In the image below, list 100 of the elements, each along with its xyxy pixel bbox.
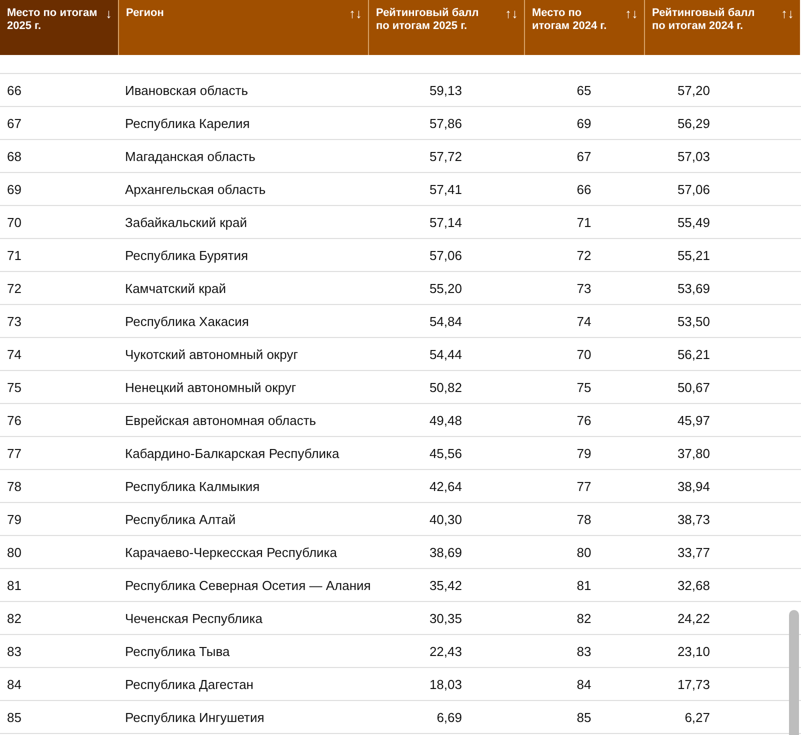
table-cell-text: 35,42 [428,576,463,594]
table-cell-text: 38,94 [676,478,711,496]
table-cell-text: 65 [576,82,592,100]
table-cell-text: 82 [6,610,22,628]
table-cell-text: 57,06 [428,246,463,264]
table-cell-text: 54,84 [428,312,463,330]
table-cell-text: 76 [6,412,22,430]
table-cell-text: 23,10 [676,642,711,660]
table-cell-text: 33,77 [676,544,711,562]
table-cell-text: 71 [6,246,22,264]
table-cell-text: Республика Хакасия [124,312,250,331]
table-cell-text: Чеченская Республика [124,610,264,628]
table-cell-text: Республика Дагестан [124,676,254,694]
column-header[interactable]: Регион ↑↓ [118,0,368,55]
table-cell-text: Кабардино-Балкарская Республика [124,444,340,463]
table-cell-text: Республика Алтай [124,510,237,529]
table-cell-text: Забайкальский край [124,214,248,232]
table-cell-text: 17,73 [676,676,711,694]
table-cell-text: 57,41 [428,180,463,198]
table-cell-text: 40,30 [428,510,463,528]
table-cell-text: 55,49 [676,214,711,232]
table-cell-text: Республика Калмыкия [124,478,261,496]
table-cell-text: Камчатский край [124,280,227,298]
table-cell-text: 55,21 [676,246,711,264]
table-cell-text: 45,97 [676,412,711,430]
table-cell-text: 83 [576,642,592,660]
table-cell-text: 57,06 [676,180,711,198]
table-cell-text: 57,14 [428,214,463,232]
table-cell-text: Республика Карелия [124,114,251,133]
sort-icon[interactable]: ↑↓ [349,7,362,55]
table-cell-text: 54,44 [428,346,463,364]
table-cell-text: 78 [576,510,592,528]
table-cell-text: 72 [6,280,22,298]
table-cell-text: Ненецкий автономный округ [124,378,298,397]
column-header[interactable]: Место по итогам 2024 г. ↑↓ [524,0,644,55]
table-cell-text: 83 [6,642,22,660]
table-cell-text: Чукотский автономный округ [124,346,299,364]
table-cell-text: Республика Ингушетия [124,708,266,727]
table-cell-text: 77 [576,478,592,496]
scrollbar-thumb[interactable] [789,610,799,735]
table-cell-text: 53,69 [676,280,711,298]
column-header[interactable]: Место по итогам 2025 г. ↓ [0,0,118,55]
table-cell-text: 6,27 [684,708,711,726]
table-cell-text: 79 [6,510,22,528]
table-cell-text: 84 [6,676,22,694]
table-cell-text: 73 [576,280,592,298]
sort-icon[interactable]: ↑↓ [505,7,518,55]
table-cell-text: 49,48 [428,412,463,430]
table-cell-text: 75 [6,378,22,396]
table-cell-text: 70 [576,346,592,364]
table-cell-text: 69 [576,114,592,132]
table-cell-text: 57,72 [428,148,463,166]
column-header[interactable]: Рейтинговый балл по итогам 2024 г. ↑↓ [644,0,800,55]
table-cell-text: 74 [6,346,22,364]
table-cell-text: Карачаево-Черкесская Республика [124,544,338,562]
sort-icon[interactable]: ↑↓ [781,7,794,55]
table-cell-text: 80 [576,544,592,562]
table-cell-text: Еврейская автономная область [124,412,318,430]
table-cell-text: 66 [576,180,592,198]
table-cell-text: 80 [6,544,22,562]
table-cell-text: 38,73 [676,510,711,528]
table-cell-text: 56,29 [676,114,711,132]
sort-icon[interactable]: ↑↓ [625,7,638,55]
table-cell-text: 50,67 [676,378,711,396]
table-cell-text: 30,35 [428,610,463,628]
table-cell-text: 59,13 [428,82,463,100]
table-cell-text: Магаданская область [124,148,256,166]
table-cell-text: 32,68 [676,576,711,594]
table-cell-text: 67 [576,148,592,166]
table-cell-text: 45,56 [428,444,463,462]
table-cell-text: 73 [6,312,22,330]
table-cell-text: 24,22 [676,610,711,628]
table-cell-text: 85 [6,708,22,726]
table-cell-text: 50,82 [428,378,463,396]
table-cell-text: 77 [6,444,22,462]
table-cell-text: 74 [576,312,592,330]
table-cell-text: 76 [576,412,592,430]
table-cell-text: 22,43 [428,642,463,660]
table-cell-text: 37,80 [676,444,711,462]
table-cell-text: 75 [576,378,592,396]
table-cell-text: 57,86 [428,114,463,132]
table-cell-text: Республика Бурятия [124,246,250,265]
table-cell-text: 57,03 [676,148,711,166]
table-cell-text: 53,50 [676,312,711,330]
table-cell-text: 81 [6,576,22,594]
column-header[interactable]: Рейтинговый балл по итогам 2025 г. ↑↓ [368,0,524,55]
table-cell-text: 84 [576,676,592,694]
table-cell-text: 55,20 [428,280,463,298]
table-cell-text: Ивановская область [124,82,249,100]
table-cell-text: 66 [6,82,22,100]
table-cell-text: 67 [6,114,22,132]
table-cell-text: 72 [576,246,592,264]
table-cell-text: 85 [576,708,592,726]
table-cell-text: 69 [6,180,22,198]
table-cell-text: 68 [6,148,22,166]
sort-icon[interactable]: ↓ [106,7,112,55]
table-cell-text: 42,64 [428,478,463,496]
table-cell-text: 82 [576,610,592,628]
table-cell-text: 78 [6,478,22,496]
table-cell-text: 81 [576,576,592,594]
